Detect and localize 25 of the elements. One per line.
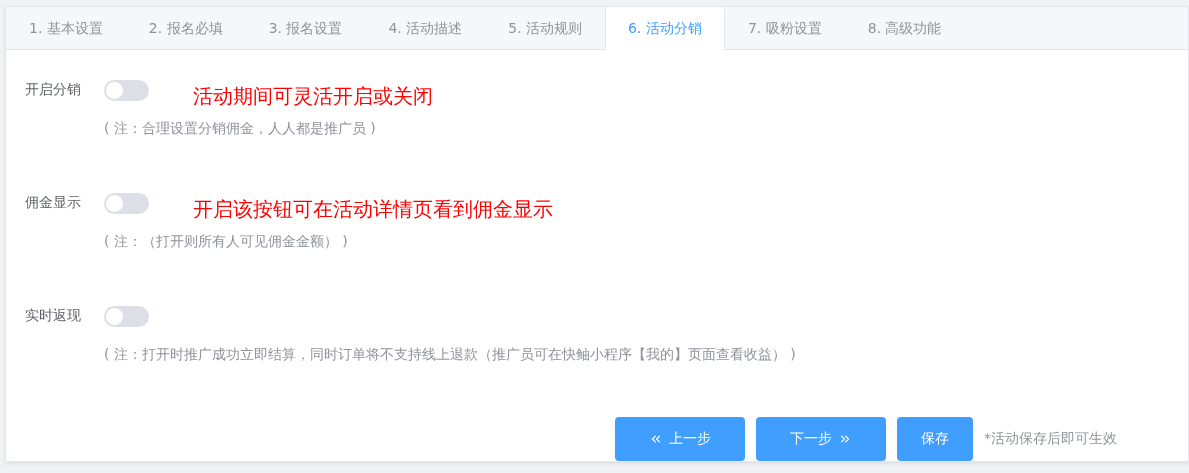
- next-button[interactable]: 下一步: [756, 417, 886, 461]
- previous-button[interactable]: 上一步: [615, 417, 745, 461]
- tab[interactable]: 6. 活动分销: [605, 7, 725, 50]
- tab[interactable]: 4. 活动描述: [365, 7, 486, 50]
- tab[interactable]: 8. 高级功能: [844, 7, 965, 50]
- setting-note: ( 注：（打开则所有人可见佣金金额） ): [104, 233, 349, 251]
- tab[interactable]: 7. 吸粉设置: [724, 7, 845, 50]
- setting-label: 实时返现: [25, 307, 82, 325]
- tab[interactable]: 5. 活动规则: [485, 7, 606, 50]
- tab[interactable]: 3. 报名设置: [245, 7, 366, 50]
- setting-label: 佣金显示: [25, 194, 82, 212]
- setting-note: ( 注：合理设置分销佣金，人人都是推广员 ): [104, 120, 377, 138]
- setting-note: ( 注：打开时推广成功立即结算，同时订单将不支持线上退款（推广员可在快鲉小程序【我的】页面查看收益） ): [104, 346, 797, 364]
- double-chevron-left-icon: [649, 432, 663, 446]
- tab[interactable]: 1. 基本设置: [6, 7, 126, 50]
- annotation-text: 活动期间可灵活开启或关闭: [193, 82, 433, 110]
- setting-label: 开启分销: [25, 81, 82, 99]
- toggle-switch[interactable]: [104, 192, 149, 214]
- toggle-switch[interactable]: [104, 79, 149, 101]
- toggle-switch[interactable]: [104, 305, 149, 327]
- save-hint: *活动保存后即可生效: [984, 430, 1117, 448]
- annotation-text: 开启该按钮可在活动详情页看到佣金显示: [193, 195, 553, 223]
- tab[interactable]: 2. 报名必填: [125, 7, 246, 50]
- save-button[interactable]: 保存: [897, 417, 973, 461]
- double-chevron-right-icon: [838, 432, 852, 446]
